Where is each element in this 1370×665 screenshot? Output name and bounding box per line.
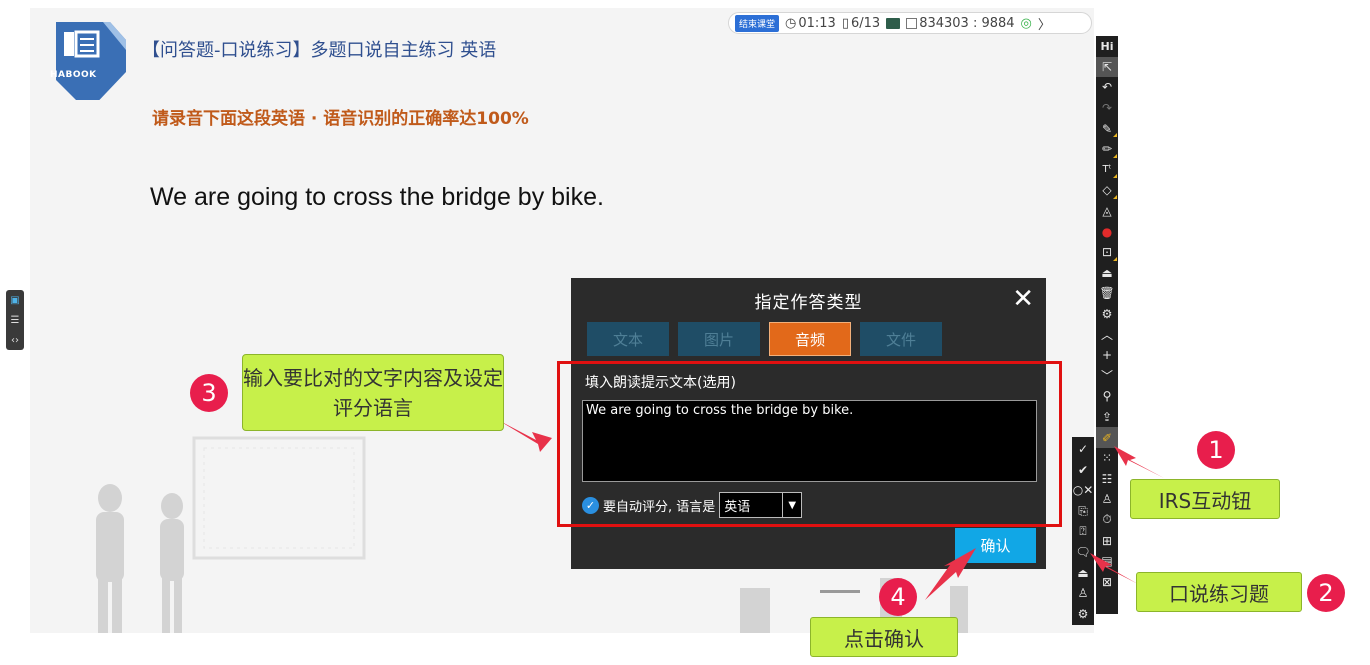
- page-icon: ▯: [841, 15, 849, 31]
- dialog-title: 指定作答类型: [754, 293, 863, 313]
- upload-icon[interactable]: ⏏: [1072, 563, 1094, 584]
- zoom-icon[interactable]: ⚲: [1096, 386, 1118, 407]
- tab-audio[interactable]: 音频: [769, 322, 851, 356]
- screen: HABOOK 【问答题-口说练习】多题口说自主练习 英语 请录音下面这段英语 ·…: [0, 0, 1370, 665]
- folder-icon[interactable]: ▣: [10, 295, 19, 306]
- chevron-up-icon[interactable]: ︿: [1096, 324, 1118, 345]
- chevron-down-icon[interactable]: ﹀: [1096, 366, 1118, 387]
- list-icon[interactable]: ☷: [1096, 468, 1118, 489]
- close-box-icon[interactable]: ⊠: [1096, 571, 1118, 592]
- room-code: 834303 : 9884: [906, 15, 1015, 31]
- menu-icon[interactable]: ☰: [11, 315, 20, 326]
- multi-check-icon[interactable]: ✔: [1072, 460, 1094, 481]
- tab-image[interactable]: 图片: [678, 322, 760, 356]
- true-false-icon[interactable]: ○✕: [1072, 480, 1094, 501]
- highlight-box: [557, 361, 1062, 527]
- end-class-button[interactable]: 结束课堂: [735, 14, 780, 32]
- callout-number-2: 2: [1307, 574, 1345, 612]
- close-icon[interactable]: ✕: [1012, 286, 1034, 312]
- irs-pen-icon[interactable]: ✐: [1096, 427, 1118, 448]
- oral-practice-icon[interactable]: 🗨: [1072, 542, 1094, 563]
- callout-click-confirm: 点击确认: [810, 617, 958, 657]
- tab-file[interactable]: 文件: [860, 322, 942, 356]
- irs-sub-toolbar: ✓ ✔ ○✕ ⎘ ⍰ 🗨 ⏏ ♙ ⚙: [1072, 437, 1094, 625]
- check-icon[interactable]: ✓: [1072, 439, 1094, 460]
- arrow-1: [1114, 446, 1164, 478]
- trash-icon[interactable]: 🗑: [1096, 283, 1118, 304]
- callout-number-1: 1: [1197, 431, 1235, 469]
- grid-icon[interactable]: ⁙: [1096, 448, 1118, 469]
- code-icon[interactable]: ‹›: [11, 335, 19, 346]
- callout-irs-button: IRS互动钮: [1130, 479, 1280, 519]
- timer-value: 01:13: [798, 15, 836, 31]
- screen-icon[interactable]: [886, 17, 901, 29]
- timer-icon[interactable]: ⏱: [1096, 510, 1118, 531]
- timer: ◷ 01:13: [785, 16, 836, 31]
- callout-number-3: 3: [190, 374, 228, 412]
- hi-header: Hi: [1100, 39, 1114, 53]
- pen-icon[interactable]: ✎: [1096, 118, 1118, 139]
- signal-icon: ◎: [1020, 15, 1032, 31]
- stamp-icon[interactable]: ⏏: [1096, 263, 1118, 284]
- left-mini-toolbar: ▣ ☰ ‹›: [6, 290, 24, 350]
- palette-icon[interactable]: ●: [1096, 221, 1118, 242]
- expand-chevron-icon[interactable]: 〉: [1038, 14, 1051, 33]
- file-icon[interactable]: ▤: [1096, 551, 1118, 572]
- slide-instruction: 请录音下面这段英语 · 语音识别的正确率达100%: [152, 109, 529, 129]
- redo-icon[interactable]: ↷: [1096, 98, 1118, 119]
- confirm-button[interactable]: 确认: [955, 528, 1036, 563]
- slide-title: 【问答题-口说练习】多题口说自主练习 英语: [142, 40, 497, 61]
- habook-logo: HABOOK: [48, 20, 128, 112]
- pointer-icon[interactable]: ⇱: [1096, 56, 1118, 78]
- user-icon[interactable]: ♙: [1096, 489, 1118, 510]
- page-value: 6/13: [850, 15, 881, 31]
- qr-icon: [906, 17, 918, 29]
- clock-icon: ◷: [785, 15, 797, 31]
- room-code-value: 834303 : 9884: [919, 15, 1015, 31]
- person-raise-icon[interactable]: ♙: [1072, 583, 1094, 604]
- eraser-icon[interactable]: ◇: [1096, 180, 1118, 201]
- callout-number-4: 4: [879, 578, 917, 616]
- right-toolbar: Hi ⇱ ↶ ↷ ✎ ✏ Tᵗ ◇ ◬ ● ⊡ ⏏ 🗑 ⚙ ︿ + ﹀ ⚲ ⇪ …: [1096, 36, 1118, 614]
- callout-oral-practice: 口说练习题: [1136, 572, 1302, 612]
- practice-sentence: We are going to cross the bridge by bike…: [150, 183, 604, 211]
- callout-input-compare-text: 输入要比对的文字内容及设定评分语言: [242, 354, 504, 431]
- screenshot-icon[interactable]: ⊡: [1096, 242, 1118, 263]
- share-icon[interactable]: ⇪: [1096, 407, 1118, 428]
- logo-text: HABOOK: [50, 70, 97, 80]
- undo-icon[interactable]: ↶: [1096, 77, 1118, 98]
- fill-icon[interactable]: ◬: [1096, 201, 1118, 222]
- plus-icon[interactable]: +: [1096, 345, 1118, 366]
- quiz-icon[interactable]: ⊞: [1096, 530, 1118, 551]
- text-icon[interactable]: Tᵗ: [1096, 160, 1118, 181]
- marker-icon[interactable]: ✏: [1096, 139, 1118, 160]
- settings-gears-icon[interactable]: ⚙: [1072, 604, 1094, 625]
- page-indicator: ▯ 6/13: [842, 16, 880, 31]
- edit-question-icon[interactable]: ⎘: [1072, 501, 1094, 522]
- tab-text[interactable]: 文本: [587, 322, 669, 356]
- status-bar: 结束课堂 ◷ 01:13 ▯ 6/13 834303 : 9884 ◎ 〉: [728, 12, 1092, 34]
- whiteboard-decoration: [192, 436, 366, 560]
- settings-icon[interactable]: ⚙: [1096, 304, 1118, 325]
- qa-icon[interactable]: ⍰: [1072, 521, 1094, 542]
- people-silhouette-decoration: [96, 484, 184, 633]
